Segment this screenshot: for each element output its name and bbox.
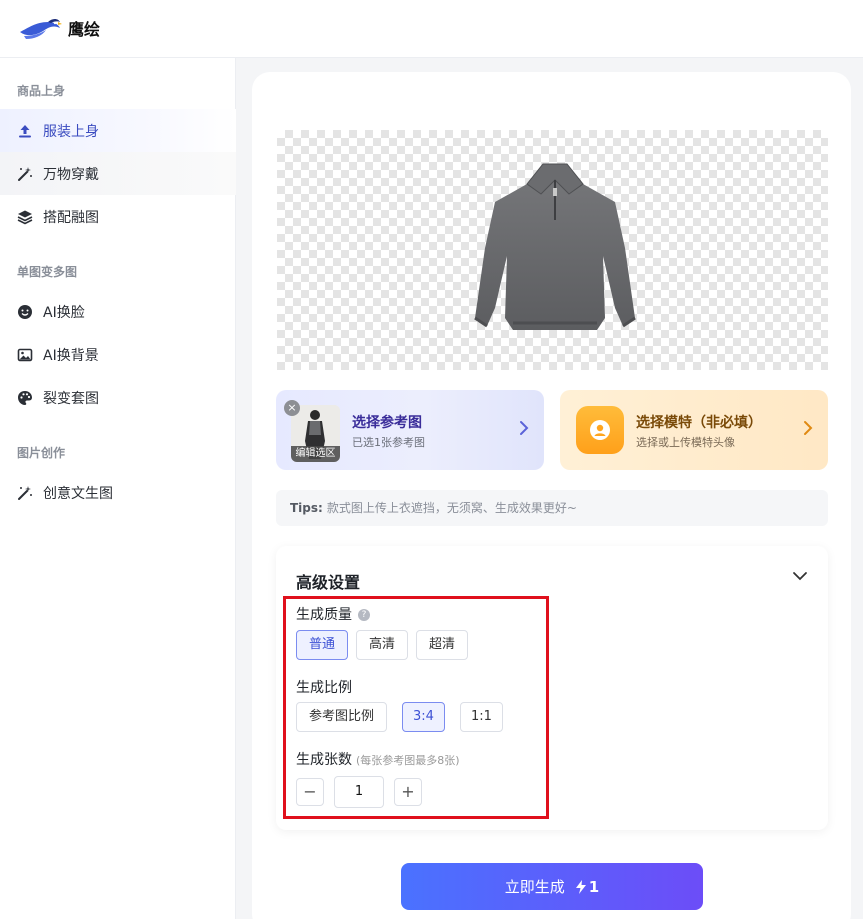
remove-reference-icon[interactable]: × xyxy=(284,400,300,416)
sidebar-item-clothing-on-body[interactable]: 服装上身 xyxy=(0,109,236,152)
sidebar-item-text-to-image[interactable]: 创意文生图 xyxy=(0,471,236,514)
settings-title: 高级设置 xyxy=(296,573,361,592)
sidebar-item-label: 搭配融图 xyxy=(43,209,99,226)
tips-prefix: Tips: xyxy=(290,501,323,515)
highlight-box xyxy=(283,596,549,819)
sidebar-item-ai-face-swap[interactable]: AI换脸 xyxy=(0,290,236,333)
upload-icon xyxy=(17,123,33,139)
magic-wand-icon xyxy=(17,166,33,182)
tips-text: 款式图上传上衣遮挡，无须窝、生成效果更好~ xyxy=(326,501,577,515)
sidebar-item-label: 万物穿戴 xyxy=(43,166,99,183)
reference-card-subtitle: 已选1张参考图 xyxy=(352,436,425,449)
sidebar-item-ai-background[interactable]: AI换背景 xyxy=(0,333,236,376)
select-reference-card[interactable]: 编辑选区 × 选择参考图 已选1张参考图 xyxy=(276,390,544,470)
sidebar-group-title: 商品上身 xyxy=(17,84,66,98)
eagle-logo-icon xyxy=(20,19,62,39)
sidebar-item-wear-anything[interactable]: 万物穿戴 xyxy=(0,152,236,195)
palette-icon xyxy=(17,390,33,406)
sidebar-item-label: 创意文生图 xyxy=(43,485,113,502)
generate-label: 立即生成 xyxy=(504,878,565,896)
sidebar-item-label: 裂变套图 xyxy=(43,390,99,407)
reference-card-title: 选择参考图 xyxy=(352,415,422,431)
model-card-title: 选择模特（非必填） xyxy=(636,415,762,431)
app-logo[interactable]: 鹰绘 xyxy=(18,14,100,42)
layers-icon xyxy=(17,209,33,225)
sidebar-item-label: 服装上身 xyxy=(43,123,99,140)
garment-preview[interactable] xyxy=(277,130,828,370)
magic-wand-icon xyxy=(17,485,33,501)
model-card-subtitle: 选择或上传模特头像 xyxy=(636,436,735,449)
app-name: 鹰绘 xyxy=(68,20,101,39)
reference-thumbnail[interactable]: 编辑选区 xyxy=(291,405,340,462)
sidebar-item-label: AI换脸 xyxy=(43,304,85,321)
edit-selection-label[interactable]: 编辑选区 xyxy=(291,446,340,462)
lightning-icon: 1 xyxy=(575,878,599,896)
chevron-right-icon xyxy=(520,421,529,435)
sidebar-item-label: AI换背景 xyxy=(43,347,99,364)
sidebar-item-fission-set[interactable]: 裂变套图 xyxy=(0,376,236,419)
chevron-down-icon[interactable] xyxy=(792,570,808,582)
sidebar-group-title: 图片创作 xyxy=(17,446,66,460)
top-bar: 鹰绘 xyxy=(0,0,863,58)
image-icon xyxy=(17,347,33,363)
sweater-image xyxy=(474,163,636,330)
chevron-right-icon xyxy=(804,421,813,435)
tips-bar: Tips: 款式图上传上衣遮挡，无须窝、生成效果更好~ xyxy=(276,490,828,526)
generate-cost: 1 xyxy=(588,877,600,896)
user-avatar-icon xyxy=(576,406,624,454)
select-model-card[interactable]: 选择模特（非必填） 选择或上传模特头像 xyxy=(560,390,828,470)
generate-button[interactable]: 立即生成 1 xyxy=(401,863,703,910)
sidebar-item-outfit-blend[interactable]: 搭配融图 xyxy=(0,195,236,238)
sidebar: 商品上身 服装上身 万物穿戴 搭配融图 单图变多图 AI换脸 AI换背景 裂变套… xyxy=(0,58,236,919)
smile-icon xyxy=(17,304,33,320)
sidebar-group-title: 单图变多图 xyxy=(17,265,78,279)
